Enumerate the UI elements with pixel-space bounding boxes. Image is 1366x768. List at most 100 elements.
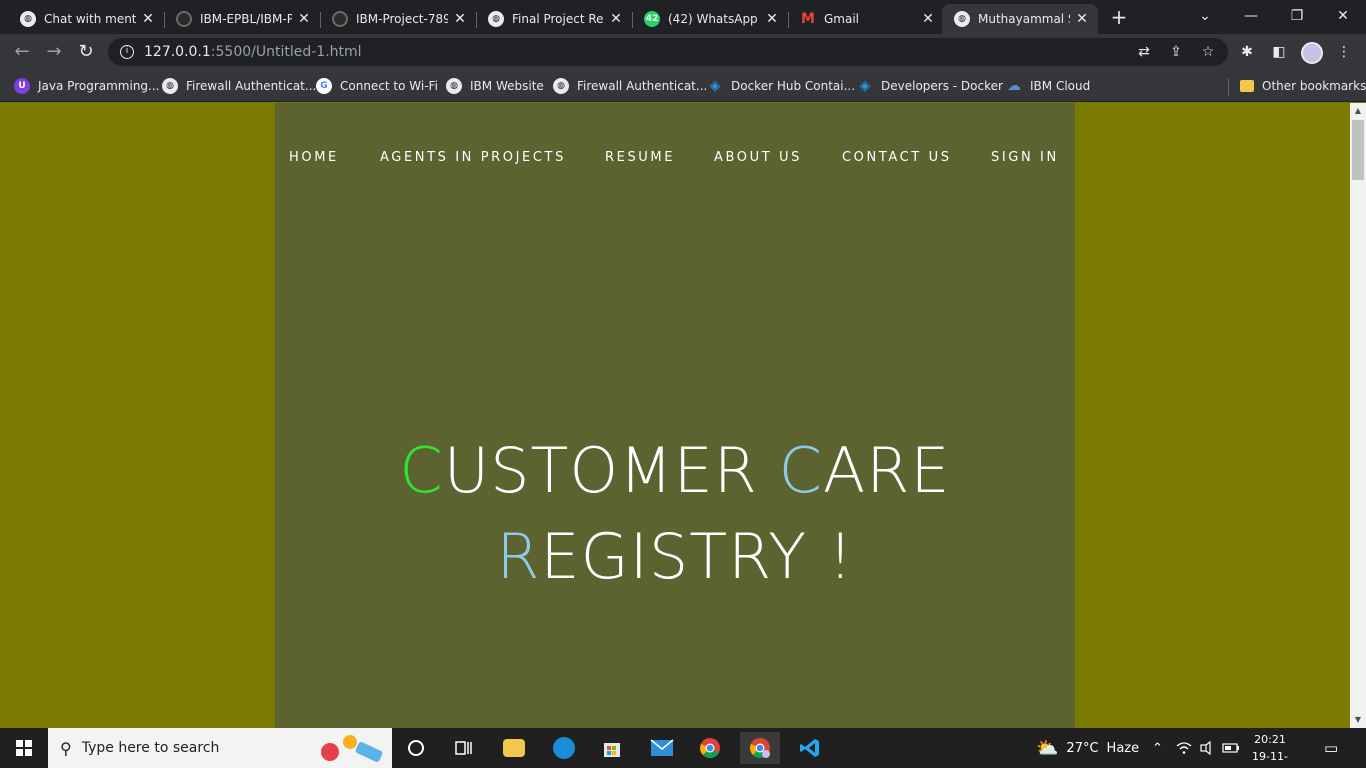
bookmark-docker-hub[interactable]: ◈ Docker Hub Contai... xyxy=(707,76,855,96)
chrome-icon[interactable] xyxy=(690,732,730,764)
bookmark-label: Java Programming... xyxy=(38,79,160,93)
speaker-icon[interactable] xyxy=(1200,728,1214,768)
tab-gmail[interactable]: M Gmail ✕ xyxy=(788,4,944,34)
taskbar-search-box[interactable]: ⚲ Type here to search xyxy=(48,728,392,768)
bookmark-ibm-website[interactable]: ◍ IBM Website xyxy=(446,76,544,96)
gmail-icon: M xyxy=(801,11,815,27)
restore-button[interactable]: ❐ xyxy=(1274,0,1320,32)
bookmark-developers-docker[interactable]: ◈ Developers - Docker xyxy=(857,76,1003,96)
task-view-icon[interactable] xyxy=(444,732,484,764)
tab-close-icon[interactable]: ✕ xyxy=(296,11,312,27)
tab-ibm-epbl[interactable]: IBM-EPBL/IBM-Pr ✕ xyxy=(164,4,320,34)
close-window-button[interactable]: ✕ xyxy=(1320,0,1366,32)
clock-date: 19-11-2022 xyxy=(1252,750,1288,768)
tab-close-icon[interactable]: ✕ xyxy=(764,11,780,27)
edge-icon[interactable] xyxy=(544,732,584,764)
minimize-button[interactable]: — xyxy=(1228,0,1274,32)
globe-icon: ◍ xyxy=(446,78,462,94)
wifi-icon[interactable] xyxy=(1176,728,1192,768)
battery-icon[interactable] xyxy=(1222,728,1240,768)
bookmark-connect-wifi[interactable]: G Connect to Wi-Fi xyxy=(316,76,438,96)
address-bar[interactable]: i 127.0.0.1:5500/Untitled-1.html xyxy=(108,38,1228,66)
bookmark-firewall-authentication-1[interactable]: ◍ Firewall Authenticat... xyxy=(162,76,316,96)
tab-ibm-project[interactable]: IBM-Project-7897 ✕ xyxy=(320,4,476,34)
bookmark-java-programming[interactable]: U Java Programming... xyxy=(14,76,159,96)
file-explorer-icon[interactable] xyxy=(494,732,534,764)
bookmark-label: IBM Website xyxy=(470,79,544,93)
bookmark-label: Firewall Authenticat... xyxy=(577,79,708,93)
reload-icon[interactable]: ↻ xyxy=(74,40,98,64)
new-tab-button[interactable]: + xyxy=(1108,6,1130,28)
tab-close-icon[interactable]: ✕ xyxy=(920,11,936,27)
tray-overflow-chevron-icon[interactable]: ⌃ xyxy=(1152,728,1163,768)
nav-agents-in-projects[interactable]: AGENTS IN PROJECTS xyxy=(380,150,566,165)
github-icon xyxy=(332,11,348,27)
tab-title: (42) WhatsApp xyxy=(668,12,758,26)
globe-icon: ◍ xyxy=(488,11,504,27)
hero-word-care: ARE xyxy=(822,434,951,507)
docker-icon: ◈ xyxy=(859,78,871,94)
site-info-icon[interactable]: i xyxy=(120,45,134,59)
translate-icon[interactable]: ⇄ xyxy=(1135,43,1153,61)
mail-icon[interactable] xyxy=(642,732,682,764)
vscode-icon[interactable] xyxy=(790,732,830,764)
start-button[interactable] xyxy=(0,728,48,768)
notification-center-icon[interactable]: ▭ xyxy=(1324,728,1338,768)
bookmark-star-icon[interactable]: ☆ xyxy=(1199,43,1217,61)
scrollbar-thumb[interactable] xyxy=(1352,120,1364,180)
scroll-down-arrow-icon[interactable]: ▼ xyxy=(1350,712,1366,728)
tab-search-icon[interactable]: ⌄ xyxy=(1182,0,1228,32)
tab-chat-with-mentor[interactable]: ◍ Chat with mentor ✕ xyxy=(8,4,164,34)
weather-cloud-sun-icon: ⛅ xyxy=(1036,737,1059,759)
bookmark-ibm-cloud[interactable]: ☁ IBM Cloud xyxy=(1006,76,1090,96)
address-url[interactable]: 127.0.0.1:5500/Untitled-1.html xyxy=(144,44,362,60)
docker-icon: ◈ xyxy=(709,78,721,94)
hero-word-customer: USTOMER xyxy=(443,434,779,507)
hero-title: CUSTOMER CARE REGISTRY ! xyxy=(275,428,1075,600)
system-clock[interactable]: 20:21 19-11-2022 xyxy=(1240,731,1300,768)
bookmark-label: Firewall Authenticat... xyxy=(186,79,317,93)
scroll-up-arrow-icon[interactable]: ▲ xyxy=(1350,103,1366,119)
tab-close-icon[interactable]: ✕ xyxy=(1074,11,1090,27)
tab-muthayammal-active[interactable]: ◍ Muthayammal St ✕ xyxy=(942,4,1098,34)
back-arrow-icon[interactable]: ← xyxy=(10,40,34,64)
bookmarks-separator xyxy=(1228,78,1229,96)
tab-final-project-report[interactable]: ◍ Final Project Rep ✕ xyxy=(476,4,632,34)
site-nav: HOME AGENTS IN PROJECTS RESUME ABOUT US … xyxy=(275,150,1075,170)
page-scrollbar[interactable]: ▲ ▼ xyxy=(1350,103,1366,728)
bookmark-firewall-authentication-2[interactable]: ◍ Firewall Authenticat... xyxy=(553,76,707,96)
globe-icon: ◍ xyxy=(20,11,36,27)
chrome-profile-active-icon[interactable] xyxy=(740,732,780,764)
microsoft-store-icon[interactable] xyxy=(592,732,632,764)
menu-kebab-icon[interactable]: ⋮ xyxy=(1335,43,1353,61)
weather-widget[interactable]: ⛅ 27°C Haze xyxy=(1036,728,1139,768)
bookmark-label: Other bookmarks xyxy=(1262,79,1366,93)
tab-title: Final Project Rep xyxy=(512,12,604,26)
hero-word-registry: EGISTRY ! xyxy=(540,520,854,593)
folder-icon xyxy=(1240,80,1254,92)
nav-contact-us[interactable]: CONTACT US xyxy=(842,150,952,165)
other-bookmarks[interactable]: Other bookmarks xyxy=(1240,76,1366,96)
bookmark-label: IBM Cloud xyxy=(1030,79,1091,93)
profile-avatar[interactable] xyxy=(1301,42,1323,64)
nav-sign-in[interactable]: SIGN IN xyxy=(991,150,1059,165)
weather-temperature: 27°C xyxy=(1066,740,1099,756)
globe-icon: ◍ xyxy=(553,78,569,94)
nav-home[interactable]: HOME xyxy=(289,150,339,165)
nav-resume[interactable]: RESUME xyxy=(605,150,675,165)
tab-close-icon[interactable]: ✕ xyxy=(452,11,468,27)
tab-title: Muthayammal St xyxy=(978,12,1070,26)
side-panel-icon[interactable]: ◧ xyxy=(1270,43,1288,61)
tab-close-icon[interactable]: ✕ xyxy=(608,11,624,27)
share-icon[interactable]: ⇪ xyxy=(1167,43,1185,61)
tab-whatsapp[interactable]: 42 (42) WhatsApp ✕ xyxy=(632,4,788,34)
page-viewport: HOME AGENTS IN PROJECTS RESUME ABOUT US … xyxy=(0,103,1350,728)
url-host: 127.0.0.1 xyxy=(144,44,211,60)
tab-close-icon[interactable]: ✕ xyxy=(140,11,156,27)
forward-arrow-icon[interactable]: → xyxy=(42,40,66,64)
cortana-icon[interactable] xyxy=(396,732,436,764)
extensions-puzzle-icon[interactable]: ✱ xyxy=(1238,43,1256,61)
tab-title: Gmail xyxy=(824,12,860,26)
nav-about-us[interactable]: ABOUT US xyxy=(714,150,802,165)
windows-taskbar: ⚲ Type here to search ⛅ 27°C Haze ⌃ 20:2… xyxy=(0,728,1366,768)
